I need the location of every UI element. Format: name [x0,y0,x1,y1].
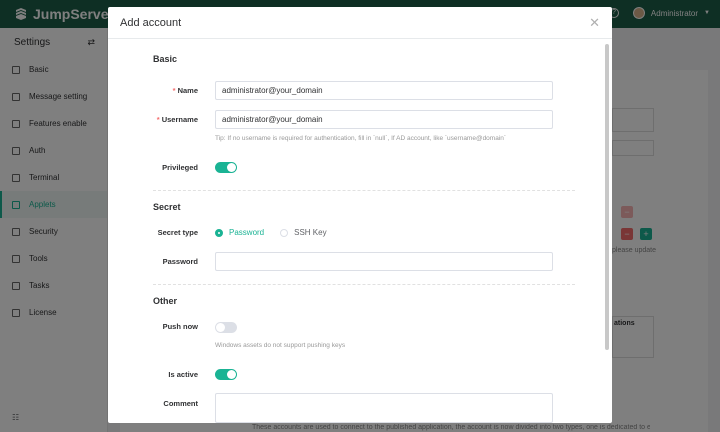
close-icon[interactable]: ✕ [589,15,600,31]
comment-label: Comment [163,399,198,408]
radio-dot [280,228,289,237]
radio-ssh-key[interactable]: SSH Key [280,228,327,237]
toggle-knob [227,163,236,172]
username-label: * Username [156,115,198,124]
is-active-toggle[interactable] [215,369,237,380]
privileged-toggle[interactable] [215,162,237,173]
toggle-knob [227,370,236,379]
section-secret: Secret [153,202,181,212]
push-now-tip: Windows assets do not support pushing ke… [215,342,346,349]
secret-type-label: Secret type [157,228,198,237]
secret-type-radio-group: Password SSH Key [215,228,327,237]
privileged-label: Privileged [162,163,198,172]
username-tip: Tip: If no username is required for auth… [215,135,507,142]
name-input[interactable] [215,81,553,100]
radio-password[interactable]: Password [215,228,264,237]
dialog-header: Add account ✕ [108,7,612,39]
comment-textarea[interactable] [215,393,553,423]
name-label: * Name [172,86,198,95]
dialog-scrollbar[interactable] [605,44,609,350]
section-other: Other [153,296,178,306]
dialog-body: Basic *Name *Username Tip: If no usernam… [108,40,612,423]
is-active-label: Is active [168,370,198,379]
username-input[interactable] [215,110,553,129]
radio-dot [215,228,223,237]
push-now-label: Push now [162,322,198,331]
add-account-dialog: Add account ✕ Basic *Name *Username Tip:… [108,7,612,423]
dialog-title: Add account [120,16,182,29]
password-label: Password [162,257,198,266]
section-basic: Basic [153,54,178,64]
divider [153,284,575,285]
password-input[interactable] [215,252,553,271]
push-now-toggle[interactable] [215,322,237,333]
divider [153,190,575,191]
toggle-knob [216,323,225,332]
